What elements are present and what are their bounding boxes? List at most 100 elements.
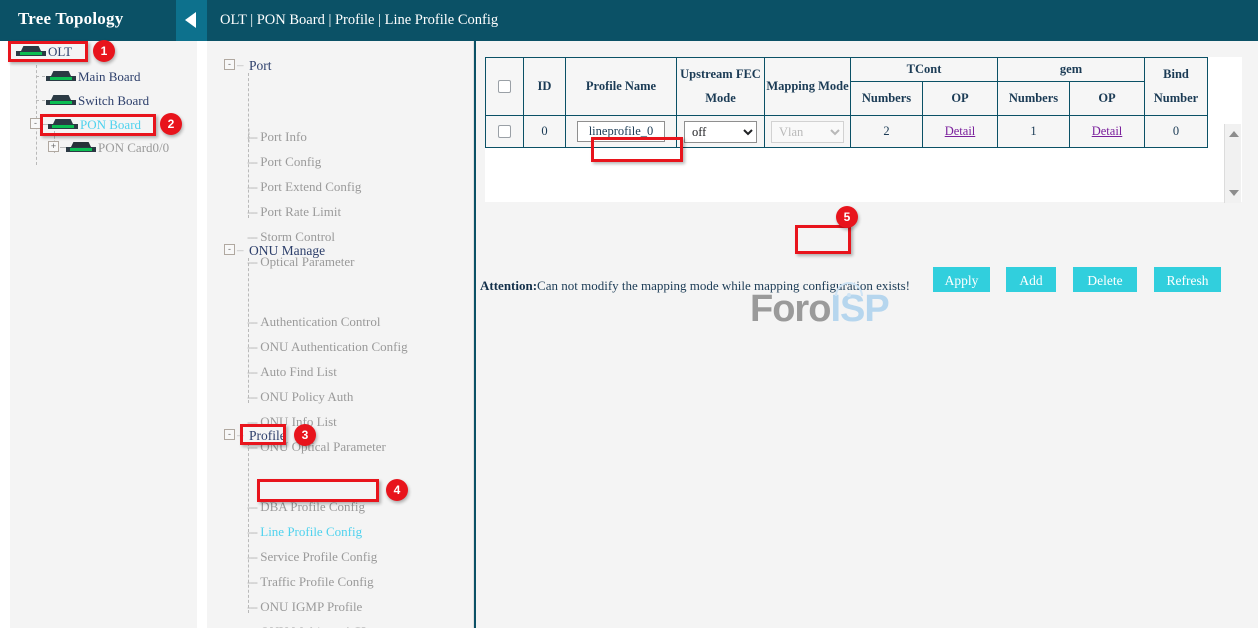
menu-item-port-config[interactable]: --- Port Config	[247, 154, 321, 170]
select-all-checkbox[interactable]	[498, 80, 511, 93]
menu-item-dba-profile-config[interactable]: --- DBA Profile Config	[247, 499, 365, 515]
profile-name-input[interactable]	[577, 121, 665, 142]
apply-button[interactable]: Apply	[933, 267, 990, 292]
column-group-header-gem: gem	[998, 58, 1145, 82]
menu-expander-port[interactable]: -	[224, 59, 235, 70]
tree-panel-header: Tree Topology	[0, 0, 207, 41]
bind-sub-label: Number	[1145, 91, 1207, 106]
annotation-badge-1: 1	[93, 40, 115, 62]
table-body: 0 off Vlan	[486, 116, 1208, 148]
column-header-mapping-mode: Mapping Mode	[765, 58, 851, 116]
tree-node-pon-card[interactable]: PON Card0/0	[66, 140, 169, 156]
upstream-fec-mode-select[interactable]: off	[684, 121, 757, 143]
application-window: Tree Topology OLT Main Board	[0, 0, 1258, 628]
column-group-header-tcont: TCont	[851, 58, 998, 82]
cell-gem-numbers: 1	[998, 116, 1070, 148]
table-header-row-1: ID Profile Name Upstream FEC Mode Mappin…	[486, 58, 1208, 82]
menu-item-label: Port Info	[260, 129, 307, 144]
tree-node-label: Switch Board	[78, 93, 149, 108]
menu-group-profile[interactable]: Profile	[249, 428, 286, 444]
line-profile-table: ID Profile Name Upstream FEC Mode Mappin…	[485, 57, 1208, 148]
menu-item-service-profile-config[interactable]: --- Service Profile Config	[247, 549, 377, 565]
annotation-badge-4: 4	[386, 479, 408, 501]
menu-item-line-profile-config[interactable]: --- Line Profile Config	[247, 524, 362, 540]
add-button[interactable]: Add	[1006, 267, 1056, 292]
table-scrollbar[interactable]	[1224, 124, 1241, 203]
row-select-cell	[486, 116, 524, 148]
menu-item-label: Port Config	[260, 154, 321, 169]
column-header-tcont-op: OP	[923, 82, 998, 116]
table-head: ID Profile Name Upstream FEC Mode Mappin…	[486, 58, 1208, 116]
menu-trunk-line	[248, 258, 249, 403]
menu-item-label: ONU Policy Auth	[260, 389, 353, 404]
menu-item-label: Port Extend Config	[260, 179, 361, 194]
menu-item-port-extend-config[interactable]: --- Port Extend Config	[247, 179, 361, 195]
menu-item-label: ONU Multicast ACL	[260, 624, 369, 628]
watermark-logo: ForoISP	[750, 288, 889, 331]
table-row: 0 off Vlan	[486, 116, 1208, 148]
tree-node-label: Main Board	[78, 69, 140, 84]
bind-label: Bind	[1145, 67, 1207, 82]
tree-node-label: PON Board	[80, 117, 141, 132]
cell-tcont-op: Detail	[923, 116, 998, 148]
menu-group-port[interactable]: Port	[249, 58, 272, 74]
menu-item-label: Service Profile Config	[260, 549, 377, 564]
column-header-id: ID	[524, 58, 566, 116]
cell-profile-name	[566, 116, 677, 148]
tree-expander-pon-board[interactable]: -	[30, 118, 41, 129]
menu-item-port-rate-limit[interactable]: --- Port Rate Limit	[247, 204, 341, 220]
breadcrumb: OLT | PON Board | Profile | Line Profile…	[220, 12, 498, 29]
menu-expander-onu-manage[interactable]: -	[224, 244, 235, 255]
board-icon	[46, 95, 76, 107]
board-icon	[48, 119, 78, 131]
menu-item-label: Line Profile Config	[260, 524, 362, 539]
wifi-dot-icon	[847, 293, 851, 297]
content-panel: ID Profile Name Upstream FEC Mode Mappin…	[474, 41, 1258, 628]
menu-expander-profile[interactable]: -	[224, 429, 235, 440]
tcont-detail-link[interactable]: Detail	[945, 124, 976, 138]
menu-item-label: Traffic Profile Config	[260, 574, 373, 589]
menu-item-onu-authentication-config[interactable]: --- ONU Authentication Config	[247, 339, 408, 355]
gem-detail-link[interactable]: Detail	[1092, 124, 1123, 138]
cell-mapping-mode: Vlan	[765, 116, 851, 148]
board-icon	[66, 142, 96, 154]
cell-tcont-numbers: 2	[851, 116, 923, 148]
cell-gem-op: Detail	[1070, 116, 1145, 148]
delete-button[interactable]: Delete	[1073, 267, 1137, 292]
tree-node-olt[interactable]: OLT	[16, 44, 72, 60]
tree-node-pon-board[interactable]: PON Board	[48, 117, 141, 133]
cell-upstream-fec-mode: off	[677, 116, 765, 148]
tree-collapse-button[interactable]	[176, 0, 207, 41]
watermark-foro: Foro	[750, 288, 830, 330]
refresh-button[interactable]: Refresh	[1154, 267, 1221, 292]
tree-node-label: PON Card0/0	[98, 140, 169, 155]
menu-item-onu-igmp-profile[interactable]: --- ONU IGMP Profile	[247, 599, 362, 615]
mapping-mode-select[interactable]: Vlan	[771, 121, 844, 143]
menu-item-authentication-control[interactable]: --- Authentication Control	[247, 314, 380, 330]
cell-bind-number: 0	[1145, 116, 1208, 148]
menu-item-label: Auto Find List	[260, 364, 337, 379]
column-header-bind-number: Bind Number	[1145, 58, 1208, 116]
caret-down-icon[interactable]	[1229, 190, 1239, 196]
menu-item-auto-find-list[interactable]: --- Auto Find List	[247, 364, 337, 380]
tree-connector	[36, 76, 45, 77]
tree-node-switch-board[interactable]: Switch Board	[46, 93, 149, 109]
annotation-badge-5: 5	[836, 206, 858, 228]
caret-up-icon[interactable]	[1229, 131, 1239, 137]
tree-node-main-board[interactable]: Main Board	[46, 69, 140, 85]
board-icon	[46, 71, 76, 83]
menu-item-label: ONU IGMP Profile	[260, 599, 362, 614]
menu-group-onu-manage[interactable]: ONU Manage	[249, 243, 325, 259]
tree-expander-pon-card[interactable]: +	[48, 141, 59, 152]
column-header-profile-name: Profile Name	[566, 58, 677, 116]
annotation-badge-3: 3	[294, 424, 316, 446]
column-header-upstream-fec-mode: Upstream FEC Mode	[677, 58, 765, 116]
menu-item-onu-multicast-acl[interactable]: --- ONU Multicast ACL	[247, 624, 369, 628]
line-profile-table-container: ID Profile Name Upstream FEC Mode Mappin…	[485, 57, 1242, 202]
row-checkbox[interactable]	[498, 125, 511, 138]
menu-item-traffic-profile-config[interactable]: --- Traffic Profile Config	[247, 574, 374, 590]
tree-panel-title: Tree Topology	[18, 9, 123, 29]
column-header-tcont-numbers: Numbers	[851, 82, 923, 116]
menu-item-onu-policy-auth[interactable]: --- ONU Policy Auth	[247, 389, 353, 405]
menu-item-port-info[interactable]: --- Port Info	[247, 129, 307, 145]
